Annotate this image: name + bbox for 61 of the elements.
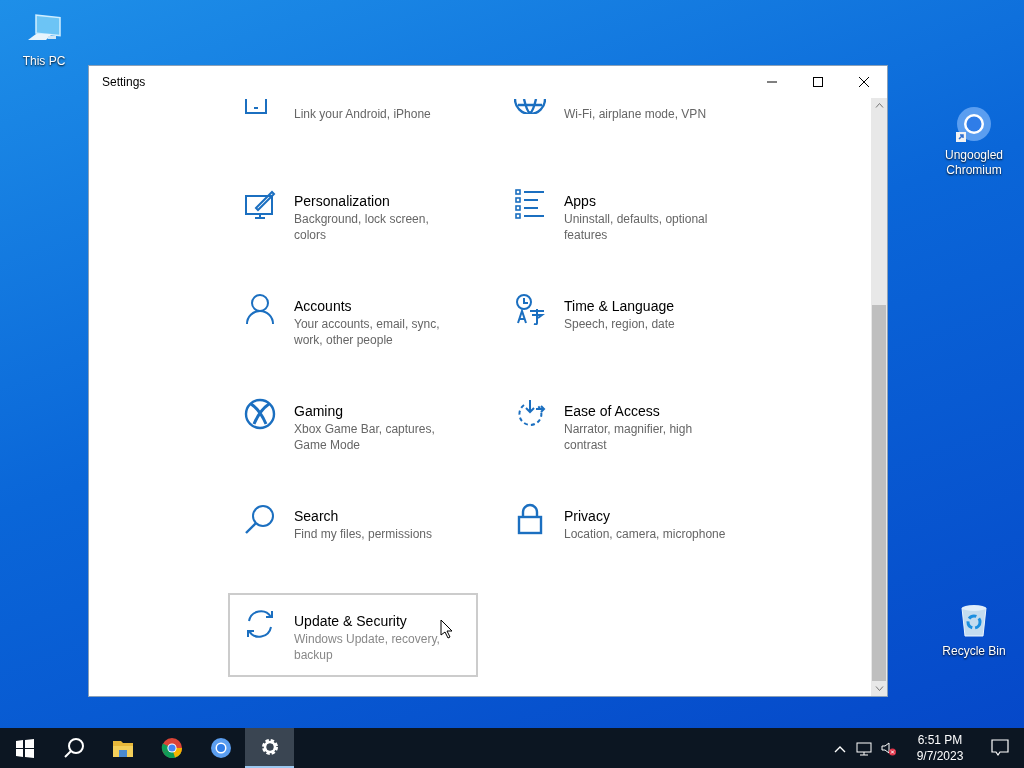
network-icon — [856, 740, 872, 756]
category-description: Link your Android, iPhone — [294, 106, 431, 122]
category-title: Personalization — [294, 192, 390, 211]
settings-category[interactable]: Search Find my files, permissions — [228, 488, 478, 572]
settings-category[interactable]: Gaming Xbox Game Bar, captures, Game Mode — [228, 383, 478, 467]
category-description: Narrator, magnifier, high contrast — [564, 421, 694, 453]
monitor-brush-icon — [244, 188, 276, 220]
window-title: Settings — [102, 74, 146, 91]
category-title: Apps — [564, 192, 596, 211]
clock-language-icon — [514, 293, 546, 325]
category-title: Time & Language — [564, 297, 674, 316]
category-description: Your accounts, email, sync, work, other people — [294, 316, 441, 348]
scroll-down-icon[interactable] — [874, 686, 884, 691]
person-icon — [244, 293, 276, 325]
settings-category[interactable]: Apps Uninstall, defaults, optional features — [498, 173, 748, 257]
search-icon — [62, 737, 85, 759]
scrollbar-thumb[interactable] — [872, 305, 886, 681]
settings-category[interactable]: Ease of Access Narrator, magnifier, high contrast — [498, 383, 748, 467]
browser-icon[interactable] — [956, 106, 992, 142]
scroll-up-icon[interactable] — [874, 103, 884, 108]
settings-category[interactable]: Wi-Fi, airplane mode, VPN — [498, 98, 748, 152]
settings-category[interactable]: Privacy Location, camera, microphone — [498, 488, 748, 572]
category-description: Speech, region, date — [564, 316, 675, 332]
globe-icon — [514, 99, 546, 114]
settings-category[interactable]: Personalization Background, lock screen, colors — [228, 173, 478, 257]
browser-icon — [209, 737, 232, 759]
taskbar-button[interactable] — [245, 728, 294, 768]
category-description: Location, camera, microphone — [564, 526, 726, 542]
settings-category[interactable]: Time & Language Speech, region, date — [498, 278, 748, 362]
maximize-icon — [813, 77, 823, 87]
clock-date[interactable]: 9/7/2023 — [916, 748, 964, 764]
category-title: Accounts — [294, 297, 352, 316]
list-icon — [514, 188, 546, 220]
clock-time[interactable]: 6:51 PM — [917, 732, 963, 748]
desktop-icon-label[interactable]: This PC — [22, 54, 66, 69]
category-description: Windows Update, recovery, backup — [294, 631, 441, 663]
sync-icon — [244, 608, 276, 640]
speaker-muted-icon — [880, 740, 896, 756]
desktop-icon-label[interactable]: Recycle Bin — [942, 644, 1006, 659]
mouse-cursor-icon — [440, 619, 452, 639]
category-title: Search — [294, 507, 339, 526]
category-title: Ease of Access — [564, 402, 660, 421]
category-description: Xbox Game Bar, captures, Game Mode — [294, 421, 436, 453]
category-title: Privacy — [564, 507, 610, 526]
settings-category[interactable]: Link your Android, iPhone — [228, 98, 478, 152]
chrome-icon — [160, 737, 183, 759]
search-icon — [244, 503, 276, 535]
category-description: Wi-Fi, airplane mode, VPN — [564, 106, 707, 122]
settings-category[interactable]: Accounts Your accounts, email, sync, work, other people — [228, 278, 478, 362]
desktop-icon-label[interactable]: Ungoogled Chromium — [934, 148, 1014, 178]
scrollbar[interactable] — [871, 98, 887, 696]
close-icon — [859, 77, 869, 87]
category-description: Uninstall, defaults, optional features — [564, 211, 709, 243]
category-title: Update & Security — [294, 612, 407, 631]
windows-logo-icon — [13, 737, 36, 759]
settings-category[interactable]: Update & Security Windows Update, recovery, backup — [228, 593, 478, 677]
speech-bubble-icon — [991, 739, 1009, 757]
xbox-icon — [244, 398, 276, 430]
category-description: Background, lock screen, colors — [294, 211, 430, 243]
category-description: Find my files, permissions — [294, 526, 433, 542]
category-title: Gaming — [294, 402, 344, 421]
